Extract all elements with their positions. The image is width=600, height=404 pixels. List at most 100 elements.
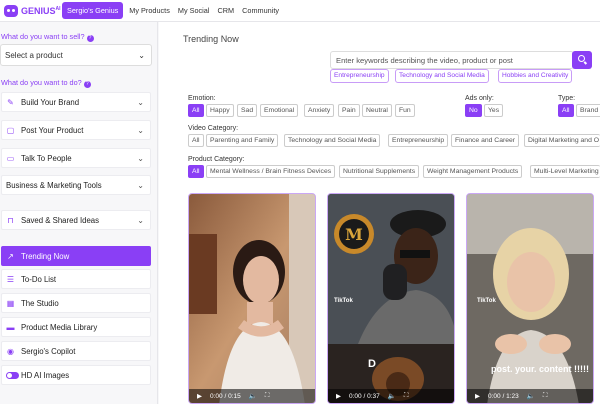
copilot-icon: ◉: [7, 346, 14, 356]
sidebar-item-copilot[interactable]: ◉ Sergio's Copilot: [1, 341, 151, 361]
top-bar: GENIUSAI Sergio's Genius My Products My …: [0, 0, 600, 22]
main-nav: Sergio's Genius My Products My Social CR…: [62, 2, 283, 19]
video-time: 0:00 / 1:23: [488, 392, 519, 400]
sidebar-item-to-do-list[interactable]: ☰ To-Do List: [1, 269, 151, 289]
chevron-down-icon: ⌄: [137, 126, 144, 135]
ads-chip-yes[interactable]: Yes: [484, 104, 504, 117]
sidebar-item-product-media-library[interactable]: ▬ Product Media Library: [1, 317, 151, 337]
robot-logo-icon: [4, 4, 18, 17]
nav-crm[interactable]: CRM: [214, 6, 239, 15]
help-icon[interactable]: ?: [86, 35, 94, 42]
emotion-chip[interactable]: Pain: [338, 104, 360, 117]
volume-icon[interactable]: 🔈: [249, 392, 257, 400]
page-title: Trending Now: [183, 34, 239, 44]
chat-icon: ▭: [6, 153, 15, 163]
chevron-down-icon: ⌄: [137, 98, 144, 107]
fullscreen-icon[interactable]: ⛶: [265, 392, 270, 400]
do-question: What do you want to do??: [1, 78, 91, 88]
video-category-chip[interactable]: Entrepreneurship: [388, 134, 449, 147]
sidebar-item-the-studio[interactable]: ▦ The Studio: [1, 293, 151, 313]
emotion-chip[interactable]: Anxiety: [304, 104, 335, 117]
product-category-chip[interactable]: Weight Management Products: [423, 165, 523, 178]
emotion-chip[interactable]: Emotional: [260, 104, 299, 117]
suggestion-chip[interactable]: Entrepreneurship: [330, 69, 389, 83]
video-category-chip[interactable]: Technology and Social Media: [284, 134, 381, 147]
volume-icon[interactable]: 🔈: [527, 392, 535, 400]
video-time: 0:00 / 0:15: [210, 392, 241, 400]
sidebar: What do you want to sell?? Select a prod…: [0, 22, 158, 404]
emotion-chip-all[interactable]: All: [188, 104, 204, 117]
video-controls[interactable]: ▶ 0:00 / 1:23 🔈 ⛶: [467, 389, 593, 403]
video-caption: post. your. content !!!!!: [491, 364, 589, 374]
volume-icon[interactable]: 🔈: [388, 392, 396, 400]
sidebar-item-hd-ai-images[interactable]: HD AI Images: [1, 365, 151, 385]
suggestion-chip[interactable]: Technology and Social Media: [395, 69, 489, 83]
emotion-chip[interactable]: Neutral: [362, 104, 392, 117]
nav-sergios-genius[interactable]: Sergio's Genius: [62, 2, 124, 19]
nav-my-social[interactable]: My Social: [174, 6, 214, 15]
fullscreen-icon[interactable]: ⛶: [543, 392, 548, 400]
emotion-label: Emotion:: [188, 95, 216, 102]
nav-my-products[interactable]: My Products: [125, 6, 174, 15]
chevron-down-icon: ⌄: [137, 154, 144, 163]
emotion-chip[interactable]: Sad: [237, 104, 258, 117]
product-category-chip[interactable]: Multi-Level Marketing: [530, 165, 600, 178]
ads-chip-no[interactable]: No: [465, 104, 482, 117]
svg-text:M: M: [345, 225, 363, 244]
nav-community[interactable]: Community: [238, 6, 283, 15]
library-icon: ▬: [6, 322, 15, 332]
play-icon[interactable]: ▶: [197, 392, 202, 400]
tiktok-watermark: TikTok: [477, 298, 496, 304]
sidebar-item-saved-shared-ideas[interactable]: ⊓ Saved & Shared Ideas ⌄: [1, 210, 151, 230]
type-label: Type:: [558, 95, 576, 102]
video-category-label: Video Category:: [188, 125, 239, 132]
type-chip-all[interactable]: All: [558, 104, 574, 117]
sidebar-item-trending-now[interactable]: ↗ Trending Now: [1, 246, 151, 266]
post-icon: ▢: [6, 125, 15, 135]
video-time: 0:00 / 0:37: [349, 392, 380, 400]
video-category-chip[interactable]: All: [188, 134, 204, 147]
sidebar-item-business-marketing-tools[interactable]: Business & Marketing Tools ⌄: [1, 175, 151, 195]
chevron-down-icon: ⌄: [137, 181, 144, 190]
trend-icon: ↗: [7, 251, 14, 261]
video-controls[interactable]: ▶ 0:00 / 0:15 🔈 ⛶: [189, 389, 315, 403]
video-category-chip[interactable]: Finance and Career: [451, 134, 520, 147]
chevron-down-icon: ⌄: [138, 51, 145, 60]
help-icon[interactable]: ?: [83, 81, 91, 88]
video-card[interactable]: M TikTok D ▶ 0:00 / 0:37 🔈 ⛶: [327, 193, 455, 404]
video-overlay-text: D: [368, 358, 376, 370]
search-button[interactable]: [572, 51, 592, 69]
emotion-chip[interactable]: Fun: [395, 104, 415, 117]
play-icon[interactable]: ▶: [336, 392, 341, 400]
toggle-switch[interactable]: [6, 371, 19, 379]
product-category-chip[interactable]: Mental Wellness / Brain Fitness Devices: [206, 165, 336, 178]
emotion-chip[interactable]: Happy: [206, 104, 234, 117]
product-category-label: Product Category:: [188, 156, 245, 163]
type-chip[interactable]: Brand: [576, 104, 600, 117]
product-category-chip-all[interactable]: All: [188, 165, 204, 178]
search-input[interactable]: Enter keywords describing the video, pro…: [330, 51, 574, 69]
list-icon: ☰: [6, 274, 15, 284]
video-category-chip[interactable]: Parenting and Family: [206, 134, 279, 147]
ads-label: Ads only:: [465, 95, 494, 102]
play-icon[interactable]: ▶: [475, 392, 480, 400]
video-controls[interactable]: ▶ 0:00 / 0:37 🔈 ⛶: [328, 389, 454, 403]
sell-question: What do you want to sell??: [1, 32, 94, 42]
product-category-chip[interactable]: Nutritional Supplements: [339, 165, 420, 178]
video-card[interactable]: ▶ 0:00 / 0:15 🔈 ⛶: [188, 193, 316, 404]
fullscreen-icon[interactable]: ⛶: [404, 392, 409, 400]
video-thumbnail: [189, 194, 315, 403]
tiktok-watermark: TikTok: [334, 298, 353, 304]
logo[interactable]: GENIUSAI: [4, 4, 62, 17]
video-category-chip[interactable]: Digital Marketing and O: [524, 134, 600, 147]
sidebar-item-post-your-product[interactable]: ▢ Post Your Product ⌄: [1, 120, 151, 140]
product-select[interactable]: Select a product ⌄: [0, 44, 152, 66]
sidebar-item-talk-to-people[interactable]: ▭ Talk To People ⌄: [1, 148, 151, 168]
chevron-down-icon: ⌄: [137, 216, 144, 225]
logo-text: GENIUSAI: [21, 5, 61, 16]
pencil-icon: ✎: [7, 97, 14, 107]
video-card[interactable]: TikTok post. your. content !!!!! ▶ 0:00 …: [466, 193, 594, 404]
suggestion-chip[interactable]: Hobbies and Creativity: [498, 69, 573, 83]
sidebar-item-build-your-brand[interactable]: ✎ Build Your Brand ⌄: [1, 92, 151, 112]
studio-icon: ▦: [6, 298, 15, 308]
